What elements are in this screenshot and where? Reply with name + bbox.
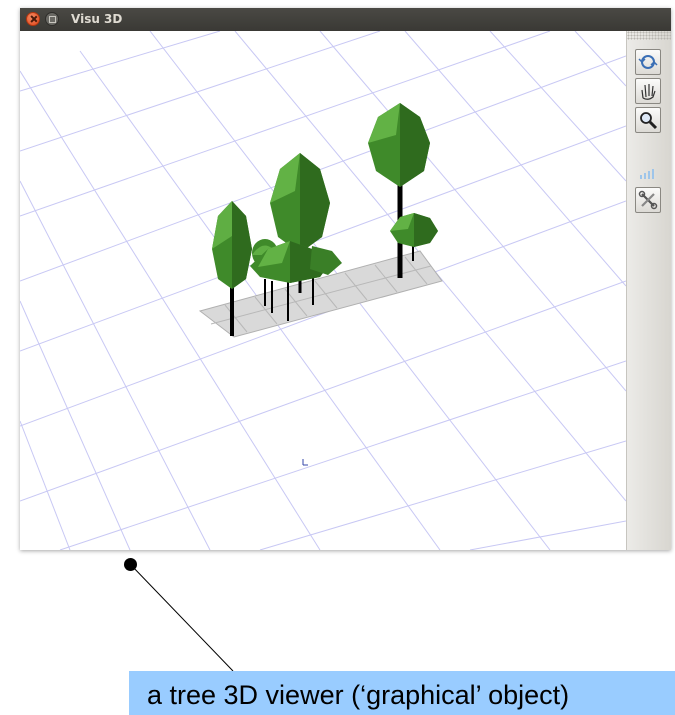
annotation-callout: a tree 3D viewer (‘graphical’ object): [129, 671, 675, 715]
callout-leader-line: [130, 564, 234, 672]
annotation-label: a tree 3D viewer (‘graphical’ object): [147, 680, 570, 710]
